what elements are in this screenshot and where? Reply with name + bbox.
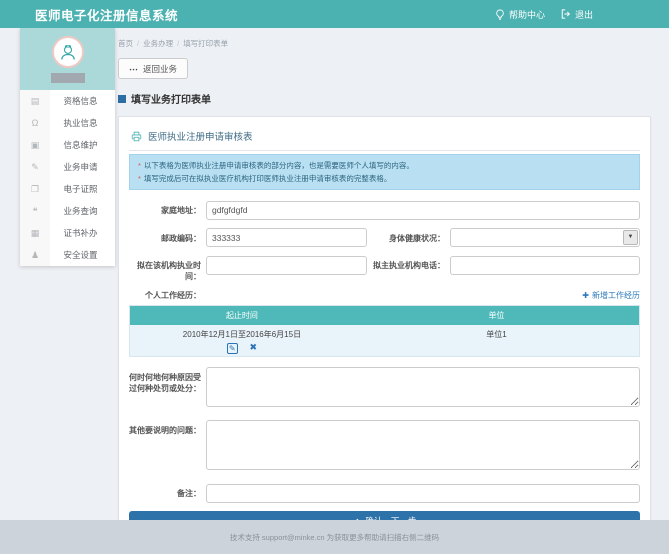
main-content: 首页 业务办理 填写打印表单 ⋯ 返回业务 填写业务打印表单 医师执业注册申请审核表 [118, 28, 651, 520]
sidebar-item-security-settings[interactable]: ♟ 安全设置 [20, 244, 115, 266]
edit-row-button[interactable]: ✎ [227, 343, 238, 354]
form-title-bar: 医师执业注册申请审核表 [129, 127, 640, 151]
form-title: 医师执业注册申请审核表 [148, 129, 253, 143]
logout-link[interactable]: 退出 [561, 8, 593, 21]
sidebar-item-certificate-reissue[interactable]: ▦ 证书补办 [20, 222, 115, 244]
plus-icon: ✚ [582, 291, 589, 300]
practice-time-input[interactable] [206, 256, 367, 275]
user-name-redacted [51, 73, 85, 83]
table-header-row: 起止时间 单位 [130, 306, 640, 326]
period-value: 2010年12月1日至2016年6月15日 [130, 329, 354, 340]
breadcrumb-home[interactable]: 首页 [118, 39, 133, 48]
punishment-label: 何时何地何种原因受过何种处罚或处分： [129, 367, 201, 394]
avatar [52, 36, 84, 68]
work-experience-label: 个人工作经历： [129, 290, 201, 301]
work-experience-table: 起止时间 单位 2010年12月1日至2016年6月15日 ✎ ✖ [129, 305, 640, 357]
sidebar-menu: ▤ 资格信息 Ω 执业信息 ▣ 信息维护 ✎ 业务申请 ❐ 电子证照 [20, 90, 115, 266]
notice-line: 填写完成后可在拟执业医疗机构打印医师执业注册申请审核表的完整表格。 [138, 172, 631, 185]
sidebar-item-business-query[interactable]: ❝ 业务查询 [20, 200, 115, 222]
app-window: 医师电子化注册信息系统 帮助中心 退出 [0, 0, 669, 554]
back-button-label: 返回业务 [143, 63, 177, 75]
form-panel: 医师执业注册申请审核表 以下表格为医师执业注册申请审核表的部分内容，也是需要医师… [118, 116, 651, 520]
breadcrumb-separator [133, 39, 143, 48]
document-icon: ▤ [20, 90, 50, 112]
health-status-label: 身体健康状况： [367, 228, 445, 244]
home-address-label: 家庭地址： [129, 200, 201, 216]
printer-icon [131, 131, 142, 142]
breadcrumb-business[interactable]: 业务办理 [143, 39, 173, 48]
sidebar-item-electronic-certificate[interactable]: ❐ 电子证照 [20, 178, 115, 200]
sidebar: ▤ 资格信息 Ω 执业信息 ▣ 信息维护 ✎ 业务申请 ❐ 电子证照 [20, 28, 115, 266]
institution-phone-input[interactable] [450, 256, 640, 275]
footer-text: 技术支持 support@minke.cn 为获取更多帮助请扫描右侧二维码 [230, 532, 439, 543]
app-title: 医师电子化注册信息系统 [35, 5, 178, 24]
certificate-icon: ❐ [20, 178, 50, 200]
breadcrumb: 首页 业务办理 填写打印表单 [118, 38, 651, 49]
header-actions: 帮助中心 退出 [495, 8, 593, 21]
profile-card [20, 28, 115, 90]
page-body: ▤ 资格信息 Ω 执业信息 ▣ 信息维护 ✎ 业务申请 ❐ 电子证照 [0, 28, 669, 520]
help-center-label: 帮助中心 [509, 8, 545, 21]
health-status-value [451, 229, 622, 246]
practice-time-label: 拟在该机构执业时间： [129, 255, 201, 282]
add-work-experience-label: 新增工作经历 [592, 290, 640, 301]
help-center-link[interactable]: 帮助中心 [495, 8, 545, 21]
logout-icon [561, 9, 571, 19]
delete-row-button[interactable]: ✖ [250, 343, 258, 354]
column-header-unit: 单位 [354, 306, 640, 326]
notice-line: 以下表格为医师执业注册申请审核表的部分内容，也是需要医师个人填写的内容。 [138, 159, 631, 172]
institution-phone-label: 拟主执业机构电话： [367, 255, 445, 271]
other-issues-label: 其他要说明的问题： [129, 420, 201, 436]
work-experience-row: 个人工作经历： ✚ 新增工作经历 [129, 290, 640, 301]
punishment-row: 何时何地何种原因受过何种处罚或处分： [129, 367, 640, 412]
column-header-period: 起止时间 [130, 306, 354, 326]
breadcrumb-separator [173, 39, 183, 48]
notice-box: 以下表格为医师执业注册申请审核表的部分内容，也是需要医师个人填写的内容。 填写完… [129, 154, 640, 190]
confirm-next-button[interactable]: ✔ 确认，下一步 [129, 511, 640, 521]
sidebar-item-business-application[interactable]: ✎ 业务申请 [20, 156, 115, 178]
postal-code-input[interactable] [206, 228, 367, 247]
breadcrumb-current: 填写打印表单 [183, 39, 228, 48]
remarks-row: 备注： [129, 483, 640, 503]
cell-unit: 单位1 [354, 325, 640, 357]
headset-icon: Ω [20, 112, 50, 134]
dropdown-arrow-icon[interactable]: ▼ [623, 230, 638, 245]
punishment-textarea[interactable] [206, 367, 640, 407]
clipboard-icon: ▦ [20, 222, 50, 244]
row-actions: ✎ ✖ [130, 343, 354, 354]
table-row: 2010年12月1日至2016年6月15日 ✎ ✖ 单位1 [130, 325, 640, 357]
health-status-select[interactable]: ▼ [450, 228, 640, 247]
person-icon: ♟ [20, 244, 50, 266]
postal-code-label: 邮政编码： [129, 228, 201, 244]
add-work-experience-link[interactable]: ✚ 新增工作经历 [582, 290, 640, 301]
ellipsis-icon: ⋯ [129, 66, 138, 72]
back-to-business-button[interactable]: ⋯ 返回业务 [118, 58, 188, 79]
home-address-input[interactable] [206, 201, 640, 220]
time-phone-row: 拟在该机构执业时间： 拟主执业机构电话： [129, 255, 640, 282]
remarks-input[interactable] [206, 484, 640, 503]
other-issues-row: 其他要说明的问题： [129, 420, 640, 475]
edit-square-icon: ✎ [20, 156, 50, 178]
sidebar-item-qualification-info[interactable]: ▤ 资格信息 [20, 90, 115, 112]
cell-period: 2010年12月1日至2016年6月15日 ✎ ✖ [130, 325, 354, 357]
footer: 技术支持 support@minke.cn 为获取更多帮助请扫描右侧二维码 [0, 520, 669, 554]
logout-label: 退出 [575, 8, 593, 21]
home-address-row: 家庭地址： [129, 200, 640, 220]
id-card-icon: ▣ [20, 134, 50, 156]
page-title: 填写业务打印表单 [118, 91, 651, 106]
postal-health-row: 邮政编码： 身体健康状况： ▼ [129, 228, 640, 248]
other-issues-textarea[interactable] [206, 420, 640, 470]
sidebar-item-info-maintenance[interactable]: ▣ 信息维护 [20, 134, 115, 156]
chat-icon: ❝ [20, 200, 50, 222]
help-bulb-icon [495, 9, 505, 20]
section-marker-icon [118, 95, 126, 103]
remarks-label: 备注： [129, 483, 201, 499]
app-header: 医师电子化注册信息系统 帮助中心 退出 [0, 0, 669, 28]
sidebar-item-practice-info[interactable]: Ω 执业信息 [20, 112, 115, 134]
doctor-icon [58, 42, 78, 62]
